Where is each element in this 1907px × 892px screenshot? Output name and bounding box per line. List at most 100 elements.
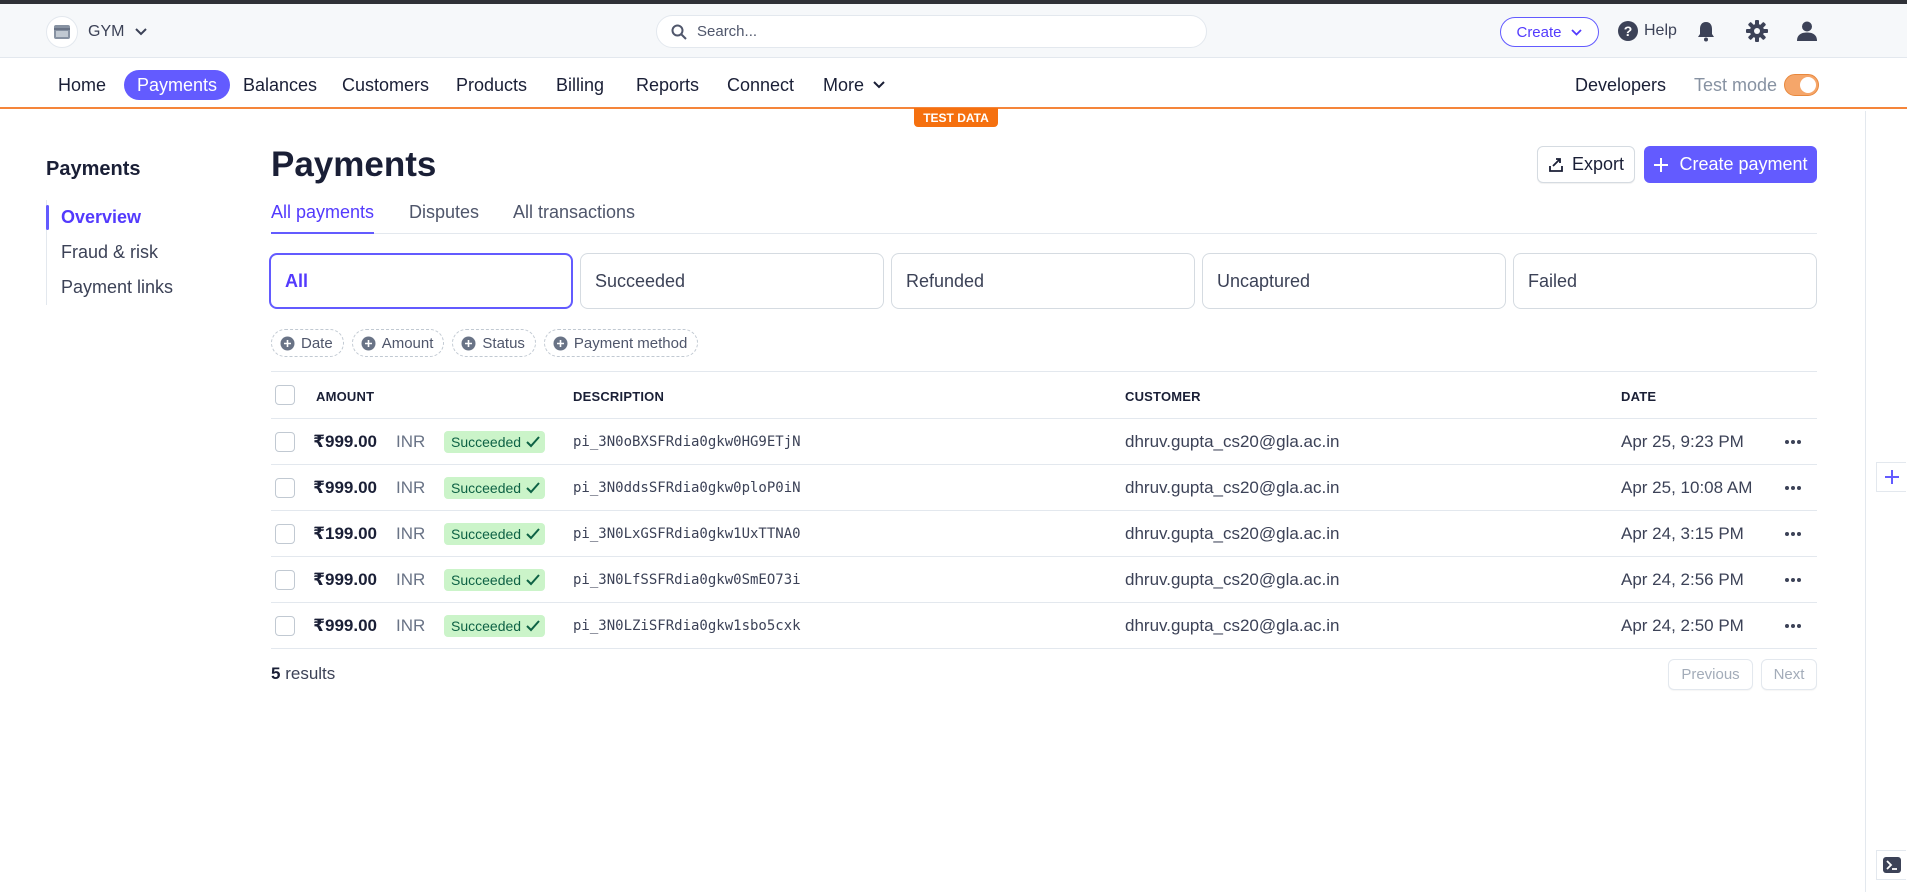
previous-page-button[interactable]: Previous bbox=[1668, 659, 1753, 690]
checkmark-icon bbox=[526, 528, 540, 540]
row-currency: INR bbox=[396, 524, 426, 543]
test-mode-label: Test mode bbox=[1694, 75, 1778, 95]
tab-all-payments[interactable]: All payments bbox=[271, 202, 375, 234]
nav-more[interactable]: More bbox=[810, 70, 899, 100]
plus-circle-icon bbox=[280, 336, 295, 350]
filter-refunded[interactable]: Refunded bbox=[891, 253, 1195, 309]
nav-connect[interactable]: Connect bbox=[714, 70, 807, 100]
status-badge: Succeeded bbox=[444, 523, 546, 545]
row-menu-button[interactable] bbox=[1781, 433, 1805, 451]
nav-balances[interactable]: Balances bbox=[230, 70, 330, 100]
nav-payments[interactable]: Payments bbox=[124, 70, 231, 100]
checkmark-icon bbox=[526, 436, 540, 448]
help-label: Help bbox=[1644, 22, 1677, 39]
row-description: pi_3N0LxGSFRdia0gkw1UxTTNA0 bbox=[573, 526, 801, 542]
settings-button[interactable] bbox=[1746, 20, 1768, 47]
column-customer: CUSTOMER bbox=[1125, 389, 1201, 404]
nav-home[interactable]: Home bbox=[45, 70, 119, 100]
chip-payment-method-label: Payment method bbox=[573, 334, 688, 352]
chip-date[interactable]: Date bbox=[271, 329, 344, 357]
status-badge: Succeeded bbox=[444, 569, 546, 591]
table-row[interactable]: ₹999.00 INR Succeeded pi_3N0oBXSFRdia0gk… bbox=[271, 419, 1817, 465]
nav-developers[interactable]: Developers bbox=[1562, 70, 1679, 100]
status-badge: Succeeded bbox=[444, 615, 546, 637]
profile-button[interactable] bbox=[1796, 20, 1818, 47]
results-summary: 5 results bbox=[271, 664, 335, 684]
nav-reports[interactable]: Reports bbox=[623, 70, 712, 100]
plus-circle-icon bbox=[461, 336, 476, 350]
sidebar-item-overview[interactable]: Overview bbox=[46, 200, 186, 235]
tab-disputes[interactable]: Disputes bbox=[409, 202, 479, 232]
ellipsis-icon bbox=[1785, 624, 1801, 628]
checkmark-icon bbox=[526, 482, 540, 494]
export-button[interactable]: Export bbox=[1537, 146, 1635, 183]
main-nav: Home Payments Balances Customers Product… bbox=[0, 59, 1907, 109]
row-menu-button[interactable] bbox=[1781, 525, 1805, 543]
terminal-icon bbox=[1882, 857, 1901, 873]
create-payment-button[interactable]: Create payment bbox=[1644, 146, 1817, 183]
row-date: Apr 24, 2:50 PM bbox=[1621, 616, 1744, 635]
table-header: AMOUNT DESCRIPTION CUSTOMER DATE bbox=[271, 371, 1817, 419]
column-date: DATE bbox=[1621, 389, 1657, 404]
row-customer: dhruv.gupta_cs20@gla.ac.in bbox=[1125, 616, 1340, 635]
tab-all-transactions[interactable]: All transactions bbox=[513, 202, 635, 232]
table-row[interactable]: ₹999.00 INR Succeeded pi_3N0LZiSFRdia0gk… bbox=[271, 603, 1817, 649]
status-badge: Succeeded bbox=[444, 431, 546, 453]
sidebar-title: Payments bbox=[46, 158, 141, 180]
export-icon bbox=[1549, 157, 1563, 172]
help-button[interactable]: ? Help bbox=[1618, 21, 1677, 41]
column-description: DESCRIPTION bbox=[573, 389, 665, 404]
status-label: Succeeded bbox=[451, 526, 522, 542]
sidebar-item-fraud-risk[interactable]: Fraud & risk bbox=[47, 235, 186, 270]
chip-status-label: Status bbox=[482, 334, 525, 352]
row-date: Apr 24, 3:15 PM bbox=[1621, 524, 1744, 543]
gear-icon bbox=[1746, 20, 1768, 42]
nav-more-label: More bbox=[823, 74, 865, 95]
chip-amount[interactable]: Amount bbox=[351, 329, 445, 357]
row-currency: INR bbox=[396, 478, 426, 497]
row-amount: ₹999.00 bbox=[313, 478, 377, 497]
create-button-label: Create bbox=[1516, 23, 1562, 41]
search-bar[interactable] bbox=[656, 15, 1207, 48]
nav-customers[interactable]: Customers bbox=[329, 70, 442, 100]
account-switcher[interactable]: GYM bbox=[46, 16, 148, 48]
status-label: Succeeded bbox=[451, 618, 522, 634]
filter-succeeded[interactable]: Succeeded bbox=[580, 253, 884, 309]
nav-products[interactable]: Products bbox=[443, 70, 540, 100]
row-currency: INR bbox=[396, 432, 426, 451]
row-currency: INR bbox=[396, 616, 426, 635]
test-mode-toggle[interactable] bbox=[1784, 74, 1819, 96]
row-customer: dhruv.gupta_cs20@gla.ac.in bbox=[1125, 524, 1340, 543]
rail-add-button[interactable] bbox=[1876, 462, 1906, 492]
row-amount: ₹999.00 bbox=[313, 616, 377, 635]
notifications-button[interactable] bbox=[1696, 20, 1716, 47]
row-description: pi_3N0ddsSFRdia0gkw0ploP0iN bbox=[573, 480, 801, 496]
table-row[interactable]: ₹999.00 INR Succeeded pi_3N0ddsSFRdia0gk… bbox=[271, 465, 1817, 511]
row-amount: ₹999.00 bbox=[313, 570, 377, 589]
create-button[interactable]: Create bbox=[1500, 17, 1599, 47]
chevron-down-icon bbox=[873, 81, 885, 89]
select-all-checkbox[interactable] bbox=[275, 385, 295, 405]
help-circle-icon: ? bbox=[1618, 21, 1638, 41]
search-input[interactable] bbox=[697, 23, 1177, 40]
row-menu-button[interactable] bbox=[1781, 571, 1805, 589]
column-amount: AMOUNT bbox=[316, 389, 375, 404]
table-row[interactable]: ₹199.00 INR Succeeded pi_3N0LxGSFRdia0gk… bbox=[271, 511, 1817, 557]
filter-uncaptured[interactable]: Uncaptured bbox=[1202, 253, 1506, 309]
shell-button[interactable] bbox=[1876, 850, 1906, 880]
row-menu-button[interactable] bbox=[1781, 479, 1805, 497]
next-page-button[interactable]: Next bbox=[1761, 659, 1817, 690]
row-currency: INR bbox=[396, 570, 426, 589]
status-badge: Succeeded bbox=[444, 477, 546, 499]
nav-billing[interactable]: Billing bbox=[543, 70, 617, 100]
filter-chips: Date Amount Status Payment method bbox=[271, 329, 699, 357]
sidebar-nav: Overview Fraud & risk Payment links bbox=[46, 200, 186, 305]
row-customer: dhruv.gupta_cs20@gla.ac.in bbox=[1125, 432, 1340, 451]
table-row[interactable]: ₹999.00 INR Succeeded pi_3N0LfSSFRdia0gk… bbox=[271, 557, 1817, 603]
filter-all[interactable]: All bbox=[269, 253, 573, 309]
row-menu-button[interactable] bbox=[1781, 617, 1805, 635]
chip-status[interactable]: Status bbox=[452, 329, 536, 357]
sidebar-item-payment-links[interactable]: Payment links bbox=[47, 270, 186, 305]
filter-failed[interactable]: Failed bbox=[1513, 253, 1817, 309]
chip-payment-method[interactable]: Payment method bbox=[543, 329, 699, 357]
